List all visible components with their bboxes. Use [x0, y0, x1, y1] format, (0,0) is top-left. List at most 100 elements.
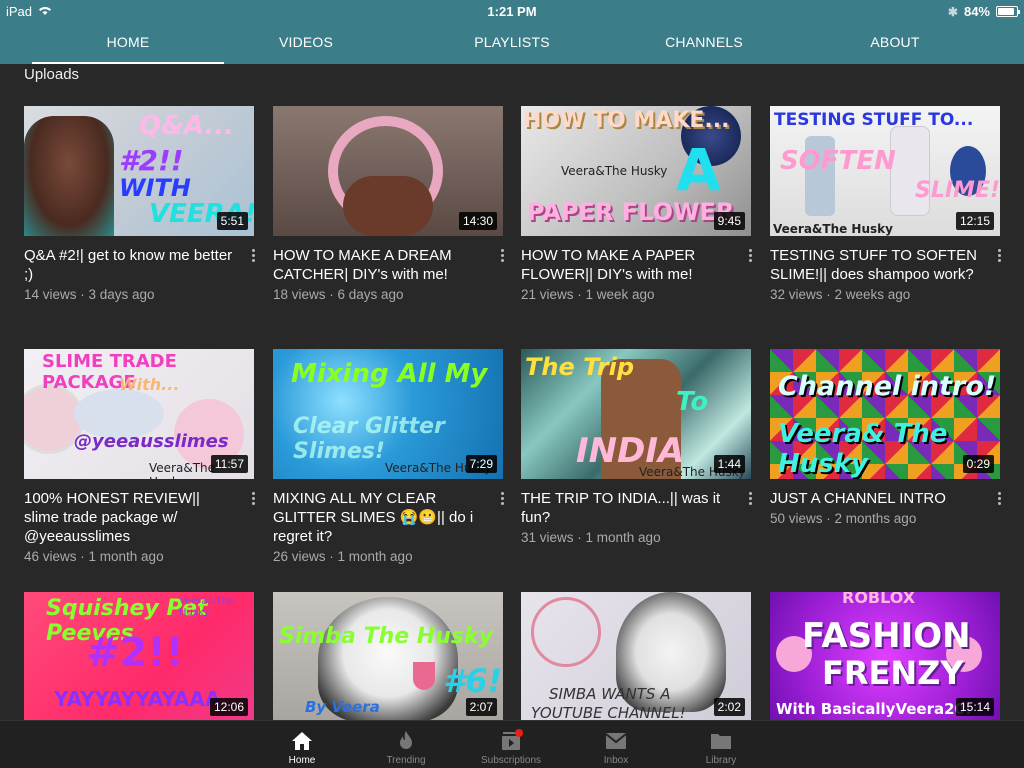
battery-percent: 84% — [963, 4, 990, 19]
nav-library-label: Library — [705, 755, 737, 766]
status-right: ✱ 84% — [947, 4, 1020, 19]
tab-playlists[interactable]: PLAYLISTS — [440, 22, 584, 64]
video-duration: 1:44 — [713, 455, 745, 473]
video-meta: 32 views · 2 weeks ago — [770, 287, 911, 302]
thumb-text: To — [676, 387, 709, 417]
more-options-icon[interactable] — [497, 491, 507, 507]
thumb-text: ROBLOX — [842, 592, 916, 607]
video-title[interactable]: 100% HONEST REVIEW|| slime trade package… — [24, 489, 234, 546]
video-meta: 21 views · 1 week ago — [521, 287, 655, 302]
video-meta: 18 views · 6 days ago — [273, 287, 404, 302]
video-thumbnail[interactable]: HOW TO MAKE... A PAPER FLOWER Veera&The … — [521, 106, 751, 236]
tab-home[interactable]: HOME — [32, 22, 224, 64]
thumb-text: Simba The Husky — [279, 624, 493, 649]
bluetooth-icon: ✱ — [947, 4, 958, 19]
thumb-text: TESTING STUFF TO... — [774, 110, 974, 130]
nav-trending[interactable]: Trending — [366, 721, 446, 768]
nav-subscriptions-label: Subscriptions — [480, 755, 542, 766]
video-thumbnail[interactable]: Channel intro! Veera& The Husky 0:29 — [770, 349, 1000, 479]
nav-library[interactable]: Library — [681, 721, 761, 768]
more-options-icon[interactable] — [994, 248, 1004, 264]
video-card[interactable]: ROBLOX FASHION FRENZY With BasicallyVeer… — [770, 592, 1000, 722]
section-title: Uploads — [24, 66, 80, 83]
thumb-text: HOW TO MAKE... — [523, 108, 730, 133]
more-options-icon[interactable] — [745, 248, 755, 264]
thumb-text: #6! — [443, 662, 503, 700]
thumb-text: Q&A... — [139, 111, 235, 141]
video-duration: 15:14 — [955, 698, 994, 716]
thumb-text: A — [676, 136, 721, 204]
battery-icon — [996, 6, 1020, 17]
video-card[interactable]: TESTING STUFF TO... SOFTEN SLIME! Veera&… — [770, 106, 1001, 302]
video-card[interactable]: Q&A... #2!! WITH VEERA! 5:51 Q&A #2!| ge… — [24, 106, 255, 302]
thumb-watermark: Veera&The Husky — [179, 596, 235, 618]
video-meta: 14 views · 3 days ago — [24, 287, 155, 302]
video-title[interactable]: TESTING STUFF TO SOFTEN SLIME!|| does sh… — [770, 246, 980, 284]
video-meta: 31 views · 1 month ago — [521, 530, 661, 545]
thumb-watermark: Veera&The Husky — [561, 164, 668, 178]
nav-subscriptions[interactable]: Subscriptions — [471, 721, 551, 768]
thumb-text: SIMBA WANTS A — [549, 685, 671, 703]
video-thumbnail[interactable]: SIMBA WANTS A YOUTUBE CHANNEL! 2:02 — [521, 592, 751, 722]
nav-inbox-label: Inbox — [603, 755, 629, 766]
video-thumbnail[interactable]: SLIME TRADE PACKAGE With... @yeeausslime… — [24, 349, 254, 479]
video-duration: 14:30 — [458, 212, 497, 230]
flame-icon — [400, 731, 412, 749]
inbox-icon — [605, 733, 627, 749]
video-card[interactable]: Simba The Husky #6! By Veera 2:07 — [273, 592, 503, 722]
video-meta: 50 views · 2 months ago — [770, 511, 917, 526]
video-card[interactable]: SLIME TRADE PACKAGE With... @yeeausslime… — [24, 349, 255, 564]
video-thumbnail[interactable]: Mixing All My Clear Glitter Slimes! Veer… — [273, 349, 503, 479]
video-card[interactable]: HOW TO MAKE... A PAPER FLOWER Veera&The … — [521, 106, 752, 302]
tab-channels[interactable]: CHANNELS — [640, 22, 768, 64]
video-card[interactable]: Mixing All My Clear Glitter Slimes! Veer… — [273, 349, 504, 564]
video-card[interactable]: 14:30 HOW TO MAKE A DREAM CATCHER| DIY's… — [273, 106, 504, 302]
video-card[interactable]: Squishey Pet Peeves #2!! YAYYAYYAYAAA Ve… — [24, 592, 254, 722]
thumb-text: WITH — [119, 174, 191, 202]
nav-home[interactable]: Home — [262, 721, 342, 768]
home-icon — [292, 732, 312, 750]
app-header: iPad 1:21 PM ✱ 84% HOME VIDEOS PLAYLISTS… — [0, 0, 1024, 64]
tab-videos[interactable]: VIDEOS — [240, 22, 372, 64]
video-title[interactable]: Q&A #2!| get to know me better ;) — [24, 246, 234, 284]
video-thumbnail[interactable]: Simba The Husky #6! By Veera 2:07 — [273, 592, 503, 722]
thumb-text: YAYYAYYAYAAA — [54, 687, 221, 711]
more-options-icon[interactable] — [994, 491, 1004, 507]
video-title[interactable]: HOW TO MAKE A DREAM CATCHER| DIY's with … — [273, 246, 483, 284]
thumb-text: Mixing All My — [291, 359, 488, 389]
video-thumbnail[interactable]: TESTING STUFF TO... SOFTEN SLIME! Veera&… — [770, 106, 1000, 236]
thumb-text: SOFTEN — [780, 146, 896, 176]
video-card[interactable]: The Trip To INDIA Veera&The Husky 1:44 T… — [521, 349, 752, 545]
thumb-text: @yeeausslimes — [74, 431, 229, 452]
video-thumbnail[interactable]: Q&A... #2!! WITH VEERA! 5:51 — [24, 106, 254, 236]
video-card[interactable]: Channel intro! Veera& The Husky 0:29 JUS… — [770, 349, 1001, 526]
more-options-icon[interactable] — [248, 491, 258, 507]
more-options-icon[interactable] — [497, 248, 507, 264]
more-options-icon[interactable] — [248, 248, 258, 264]
video-thumbnail[interactable]: Squishey Pet Peeves #2!! YAYYAYYAYAAA Ve… — [24, 592, 254, 722]
nav-inbox[interactable]: Inbox — [576, 721, 656, 768]
thumb-text: #2!! — [119, 144, 184, 177]
status-bar: iPad 1:21 PM ✱ 84% — [0, 0, 1024, 22]
subscriptions-icon — [502, 729, 523, 750]
nav-trending-label: Trending — [386, 755, 426, 766]
video-title[interactable]: MIXING ALL MY CLEAR GLITTER SLIMES 😭😬|| … — [273, 489, 483, 546]
status-time: 1:21 PM — [487, 4, 537, 19]
video-duration: 12:06 — [209, 698, 248, 716]
video-duration: 2:02 — [713, 698, 745, 716]
video-duration: 2:07 — [465, 698, 497, 716]
video-title[interactable]: JUST A CHANNEL INTRO — [770, 489, 980, 508]
tab-about[interactable]: ABOUT — [840, 22, 950, 64]
video-duration: 5:51 — [216, 212, 248, 230]
video-duration: 0:29 — [962, 455, 994, 473]
video-thumbnail[interactable]: ROBLOX FASHION FRENZY With BasicallyVeer… — [770, 592, 1000, 722]
video-thumbnail[interactable]: The Trip To INDIA Veera&The Husky 1:44 — [521, 349, 751, 479]
video-duration: 12:15 — [955, 212, 994, 230]
video-title[interactable]: THE TRIP TO INDIA...|| was it fun? — [521, 489, 731, 527]
video-thumbnail[interactable]: 14:30 — [273, 106, 503, 236]
thumb-text: With... — [119, 375, 180, 394]
video-title[interactable]: HOW TO MAKE A PAPER FLOWER|| DIY's with … — [521, 246, 731, 284]
thumb-text: With BasicallyVeera20! — [776, 700, 972, 718]
video-card[interactable]: SIMBA WANTS A YOUTUBE CHANNEL! 2:02 — [521, 592, 751, 722]
more-options-icon[interactable] — [745, 491, 755, 507]
